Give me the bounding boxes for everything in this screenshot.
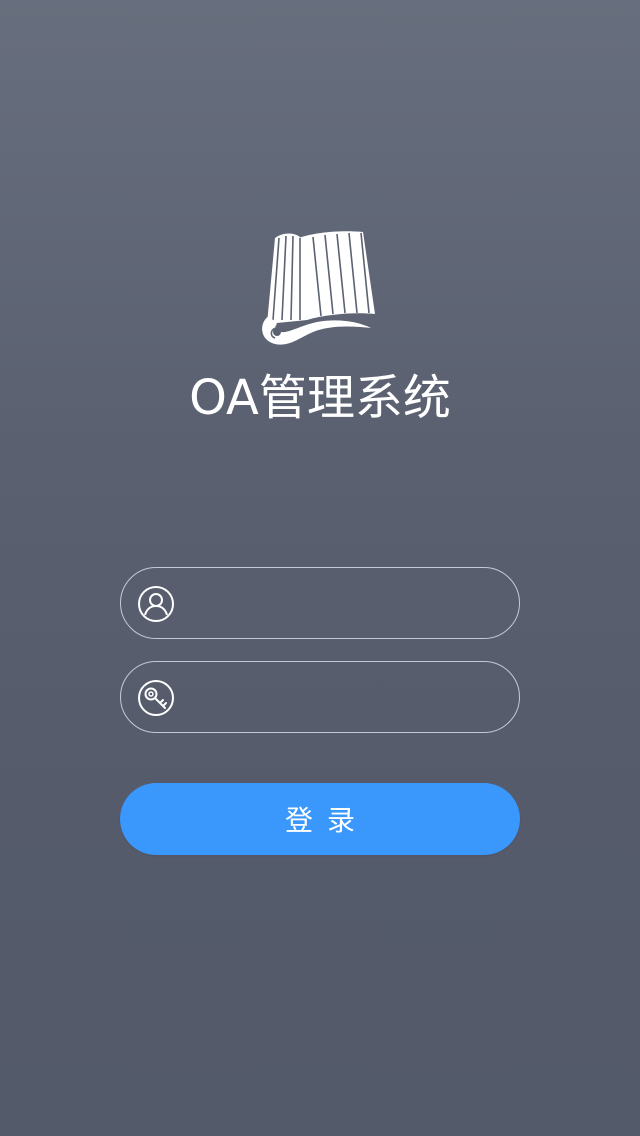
book-scroll-icon — [262, 231, 375, 345]
username-input[interactable] — [193, 568, 503, 638]
username-field[interactable] — [120, 567, 520, 639]
user-icon — [138, 586, 174, 622]
app-title: OA管理系统 — [189, 370, 451, 426]
login-screen: OA管理系统 登录 — [0, 0, 640, 1136]
key-icon — [138, 680, 174, 716]
password-input[interactable] — [193, 662, 503, 732]
password-field[interactable] — [120, 661, 520, 733]
login-button[interactable]: 登录 — [120, 783, 520, 855]
